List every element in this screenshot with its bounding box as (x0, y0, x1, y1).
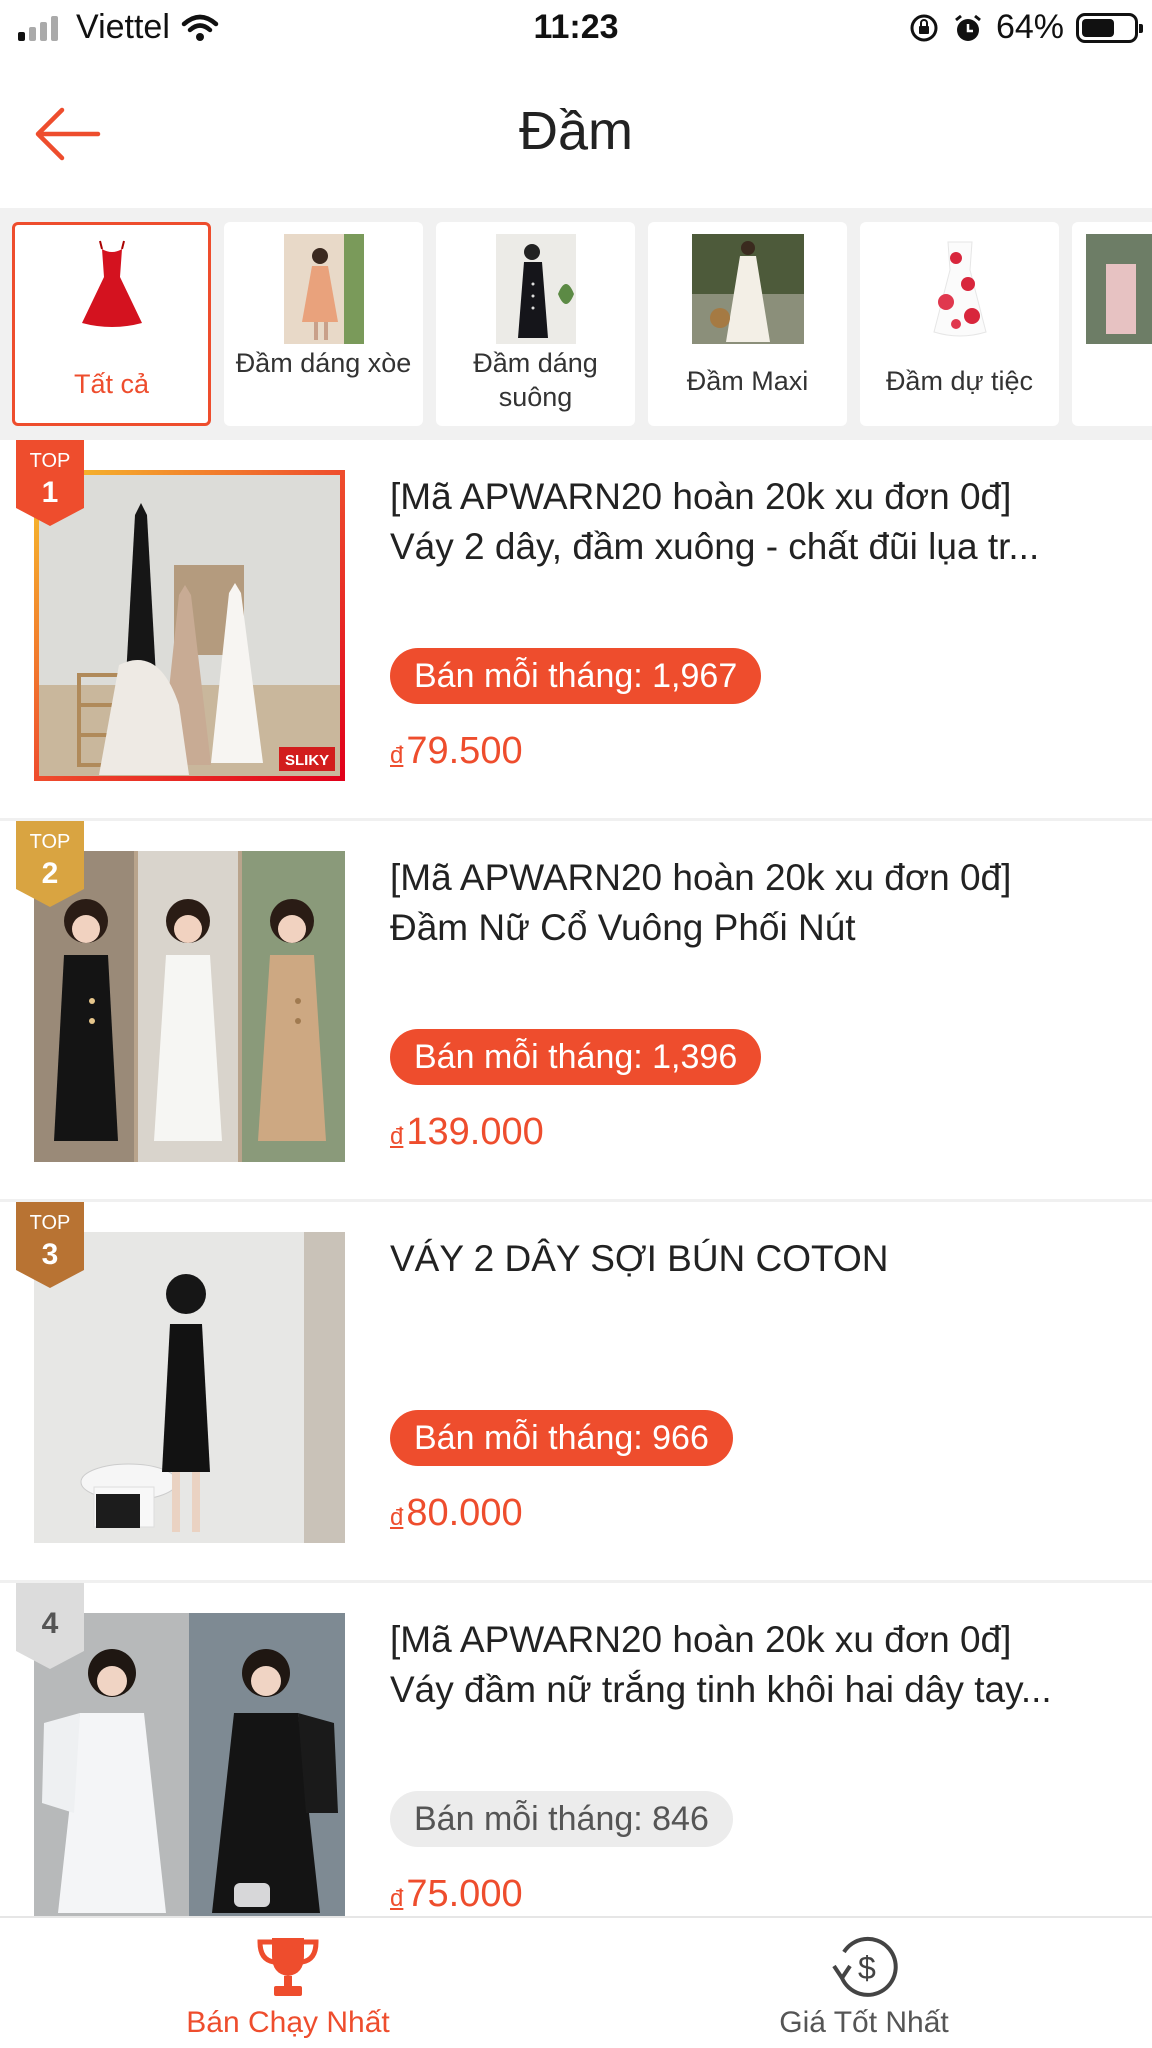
monthly-sales-badge: Bán mỗi tháng: 846 (390, 1791, 733, 1847)
rank-number: 3 (41, 1238, 59, 1271)
bottom-nav: Bán Chạy Nhất $ Giá Tốt Nhất (0, 1916, 1152, 2048)
product-name-line: Váy 2 dây, đầm xuông - chất đũi lụa tr..… (390, 526, 1040, 567)
product-name[interactable]: [Mã APWARN20 hoàn 20k xu đơn 0đ] Váy đầm… (390, 1615, 1110, 1715)
tab-best-price[interactable]: $ Giá Tốt Nhất (576, 1918, 1152, 2048)
rank-badge: 4 (16, 1583, 84, 1669)
category-all[interactable]: Tất cả (12, 222, 211, 426)
price-value: 79.500 (406, 730, 523, 772)
status-bar: Viettel 11:23 64% (0, 0, 1152, 58)
rank-badge: TOP 1 (16, 440, 84, 526)
product-price: đ80.000 (390, 1492, 523, 1535)
screen: Viettel 11:23 64% Đầm Tất cả Đầm dáng xò… (0, 0, 1152, 2048)
battery-fill (1082, 18, 1114, 37)
loose-dress-thumbnail (495, 234, 576, 344)
category-maxi-dress[interactable]: Đầm Maxi (648, 222, 847, 426)
tab-best-selling[interactable]: Bán Chạy Nhất (0, 1918, 576, 2048)
price-value: 80.000 (406, 1492, 523, 1534)
tab-label: Giá Tốt Nhất (779, 2006, 949, 2039)
monthly-sales-badge: Bán mỗi tháng: 1,967 (390, 648, 762, 704)
category-label: Đầm dáng suông (473, 348, 598, 412)
rank-badge: TOP 3 (16, 1202, 84, 1288)
product-name[interactable]: [Mã APWARN20 hoàn 20k xu đơn 0đ] Váy 2 d… (390, 472, 1110, 572)
header: Đầm (0, 58, 1152, 208)
alarm-icon (955, 14, 981, 41)
product-item[interactable]: TOP 3 VÁY 2 DÂY SỢI BÚN COTON Bán mỗi th… (0, 1202, 1152, 1583)
product-list: SLIKY TOP 1 [Mã APWARN20 hoàn 20k xu đơn… (0, 440, 1152, 1916)
category-label: Đầm dáng xòe (235, 348, 412, 378)
product-item[interactable]: SLIKY TOP 1 [Mã APWARN20 hoàn 20k xu đơn… (0, 440, 1152, 821)
currency-symbol: đ (390, 1885, 404, 1912)
rank-number: 4 (41, 1607, 59, 1640)
category-more[interactable]: K (1072, 222, 1152, 426)
rotation-lock-icon (910, 14, 938, 41)
rank-number: 2 (41, 857, 59, 890)
party-dress-thumbnail (932, 241, 987, 337)
maxi-dress-thumbnail (691, 234, 804, 344)
product-name-line: [Mã APWARN20 hoàn 20k xu đơn 0đ] (390, 476, 1012, 517)
category-loose-dress[interactable]: Đầm dáng suông (436, 222, 635, 426)
brand-watermark: SLIKY (285, 752, 329, 769)
product-name-line: Váy đầm nữ trắng tinh khôi hai dây tay..… (390, 1669, 1052, 1710)
price-value: 75.000 (406, 1873, 523, 1915)
category-label: Đầm dự tiệc (885, 366, 1034, 396)
tab-label: Bán Chạy Nhất (186, 2006, 390, 2039)
status-right: 64% (908, 8, 1143, 47)
product-name-line: [Mã APWARN20 hoàn 20k xu đơn 0đ] (390, 1619, 1012, 1660)
rank-top-label: TOP (29, 831, 71, 853)
price-value: 139.000 (406, 1111, 544, 1153)
red-dress-thumbnail (81, 240, 142, 327)
rank-top-label: TOP (29, 1212, 71, 1234)
trophy-icon (257, 1938, 319, 1996)
rank-badge: TOP 2 (16, 821, 84, 907)
flare-dress-thumbnail (283, 234, 364, 344)
product-price: đ79.500 (390, 730, 523, 773)
battery-percent: 64% (995, 8, 1064, 46)
category-party-dress[interactable]: Đầm dự tiệc (860, 222, 1059, 426)
rank-top-label: TOP (29, 450, 71, 472)
rank-number: 1 (41, 476, 59, 509)
monthly-sales-badge: Bán mỗi tháng: 1,396 (390, 1029, 762, 1085)
category-strip: Tất cả Đầm dáng xòe Đầm dáng suông Đầm M… (0, 208, 1152, 440)
currency-symbol: đ (390, 1504, 404, 1531)
currency-symbol: đ (390, 742, 404, 769)
currency-symbol: đ (390, 1123, 404, 1150)
product-name[interactable]: VÁY 2 DÂY SỢI BÚN COTON (390, 1234, 1110, 1284)
product-name[interactable]: [Mã APWARN20 hoàn 20k xu đơn 0đ] Đầm Nữ … (390, 853, 1110, 953)
product-price: đ75.000 (390, 1873, 523, 1916)
svg-text:$: $ (858, 1950, 876, 1986)
category-label: Đầm Maxi (686, 366, 809, 396)
product-name-line: VÁY 2 DÂY SỢI BÚN COTON (390, 1238, 889, 1279)
dress-photo: SLIKY (39, 475, 340, 776)
monthly-sales-badge: Bán mỗi tháng: 966 (390, 1410, 733, 1466)
product-item[interactable]: TOP 2 [Mã APWARN20 hoàn 20k xu đơn 0đ] Đ… (0, 821, 1152, 1202)
battery-icon (1076, 12, 1143, 43)
page-title: Đầm (518, 101, 633, 161)
product-item[interactable]: 4 [Mã APWARN20 hoàn 20k xu đơn 0đ] Váy đ… (0, 1583, 1152, 1916)
product-name-line: Đầm Nữ Cổ Vuông Phối Nút (390, 907, 856, 948)
category-flare-dress[interactable]: Đầm dáng xòe (224, 222, 423, 426)
category-label: Tất cả (73, 369, 150, 399)
product-price: đ139.000 (390, 1111, 544, 1154)
price-refresh-icon: $ (832, 1936, 898, 1997)
product-name-line: [Mã APWARN20 hoàn 20k xu đơn 0đ] (390, 857, 1012, 898)
dress-thumbnail (1086, 234, 1152, 344)
